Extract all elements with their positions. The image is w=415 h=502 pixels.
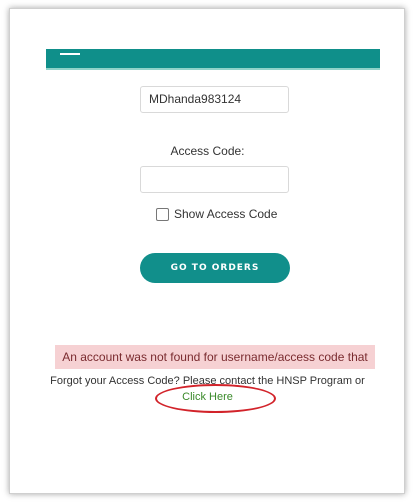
show-access-code-label: Show Access Code [174, 207, 278, 221]
go-to-orders-button[interactable]: GO TO ORDERS [140, 253, 290, 283]
access-code-input[interactable] [140, 166, 289, 193]
header-bar [46, 49, 380, 70]
username-input[interactable]: MDhanda983124 [140, 86, 289, 113]
access-code-label: Access Code: [170, 144, 245, 158]
hamburger-menu-icon[interactable] [60, 53, 80, 61]
show-access-code-checkbox[interactable] [156, 207, 169, 221]
show-access-code-toggle[interactable]: Show Access Code [156, 206, 277, 222]
red-highlight-ellipse [155, 384, 276, 413]
error-message: An account was not found for username/ac… [55, 345, 375, 369]
page-frame [9, 8, 405, 494]
